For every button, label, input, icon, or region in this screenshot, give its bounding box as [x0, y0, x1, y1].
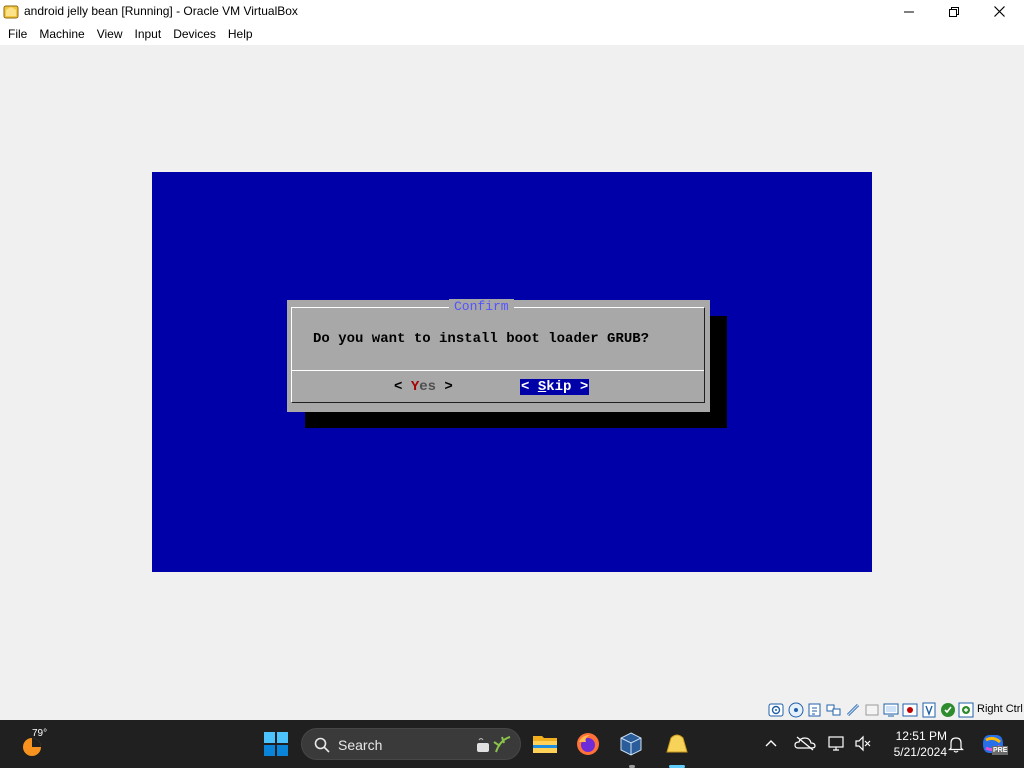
search-placeholder: Search: [338, 737, 383, 753]
keyboard-icon[interactable]: [958, 702, 974, 718]
menu-input[interactable]: Input: [129, 23, 168, 45]
minimize-button[interactable]: [886, 0, 932, 23]
virtualbox-icon: [620, 732, 642, 756]
skip-button-label: kip: [546, 379, 572, 395]
hard-disk-icon[interactable]: [768, 702, 784, 718]
dialog-title: Confirm: [449, 299, 514, 315]
virtualbox-vm-icon: [666, 734, 688, 753]
menu-help[interactable]: Help: [222, 23, 259, 45]
taskbar-search-box[interactable]: Search: [301, 728, 521, 760]
skip-button-close-bracket: >: [571, 379, 589, 395]
virtualbox-vm-app-icon[interactable]: [3, 4, 19, 20]
window-title: android jelly bean [Running] - Oracle VM…: [24, 4, 298, 18]
audio-icon[interactable]: [807, 702, 823, 718]
menu-devices[interactable]: Devices: [167, 23, 222, 45]
yes-button-hotkey: Y: [410, 379, 420, 395]
copilot-button[interactable]: PRE: [980, 732, 1009, 756]
copilot-preview-badge: PRE: [992, 746, 1009, 755]
virtualbox-button[interactable]: [615, 728, 647, 760]
firefox-icon: [577, 733, 599, 755]
volume-muted-icon[interactable]: [854, 735, 872, 752]
vm-window-button[interactable]: [661, 728, 693, 760]
vm-status-bar: Right Ctrl: [0, 699, 1024, 720]
confirm-dialog: Confirm Do you want to install boot load…: [287, 299, 710, 412]
close-icon: [993, 6, 1005, 17]
weather-temperature[interactable]: 79°: [32, 728, 47, 739]
yes-button-label: es: [419, 379, 437, 395]
menu-bar: File Machine View Input Devices Help: [0, 23, 1024, 45]
shared-folders-icon[interactable]: [864, 702, 880, 718]
search-icon: [314, 737, 330, 753]
yes-button-close-bracket: >: [436, 379, 453, 395]
display-settings-icon[interactable]: [828, 735, 846, 752]
cpu-icon[interactable]: [921, 702, 937, 718]
maximize-button[interactable]: [931, 0, 977, 23]
network-icon[interactable]: [826, 702, 842, 718]
dialog-question: Do you want to install boot loader GRUB?: [313, 331, 650, 347]
skip-button[interactable]: < Skip >: [520, 379, 590, 395]
onedrive-offline-icon[interactable]: [794, 735, 816, 751]
start-button[interactable]: [260, 728, 292, 760]
file-explorer-button[interactable]: [529, 728, 561, 760]
chevron-up-icon[interactable]: [765, 738, 777, 748]
restore-icon: [949, 6, 959, 17]
file-explorer-icon: [533, 736, 557, 753]
display-icon[interactable]: [883, 702, 899, 718]
skip-button-open-bracket: <: [521, 379, 538, 395]
dialog-separator: [292, 370, 704, 371]
windows-start-icon: [264, 732, 288, 756]
minimize-icon: [904, 11, 914, 12]
skip-button-hotkey: S: [537, 379, 547, 395]
firefox-button[interactable]: [572, 728, 604, 760]
notification-bell-icon[interactable]: [948, 735, 964, 753]
clock-time[interactable]: 12:51 PM: [887, 729, 947, 743]
close-button[interactable]: [976, 0, 1022, 23]
vm-display-area: Confirm Do you want to install boot load…: [0, 45, 1024, 699]
menu-view[interactable]: View: [91, 23, 129, 45]
mouse-integration-icon[interactable]: [940, 702, 956, 718]
host-key-label[interactable]: Right Ctrl: [977, 703, 1023, 715]
taskbar: 79° Search 12:51 PM 5/21/2024 PRE: [0, 720, 1024, 768]
dialog-frame: [291, 307, 705, 403]
clock-date[interactable]: 5/21/2024: [877, 745, 947, 759]
menu-file[interactable]: File: [2, 23, 33, 45]
recording-icon[interactable]: [902, 702, 918, 718]
yes-button-open-bracket: <: [394, 379, 411, 395]
title-bar: android jelly bean [Running] - Oracle VM…: [0, 0, 1024, 23]
optical-disk-icon[interactable]: [788, 702, 804, 718]
vm-screen[interactable]: Confirm Do you want to install boot load…: [152, 172, 872, 572]
yes-button[interactable]: < Yes >: [394, 379, 453, 395]
usb-icon[interactable]: [845, 702, 861, 718]
search-highlight-icon: [477, 736, 511, 753]
menu-machine[interactable]: Machine: [33, 23, 90, 45]
